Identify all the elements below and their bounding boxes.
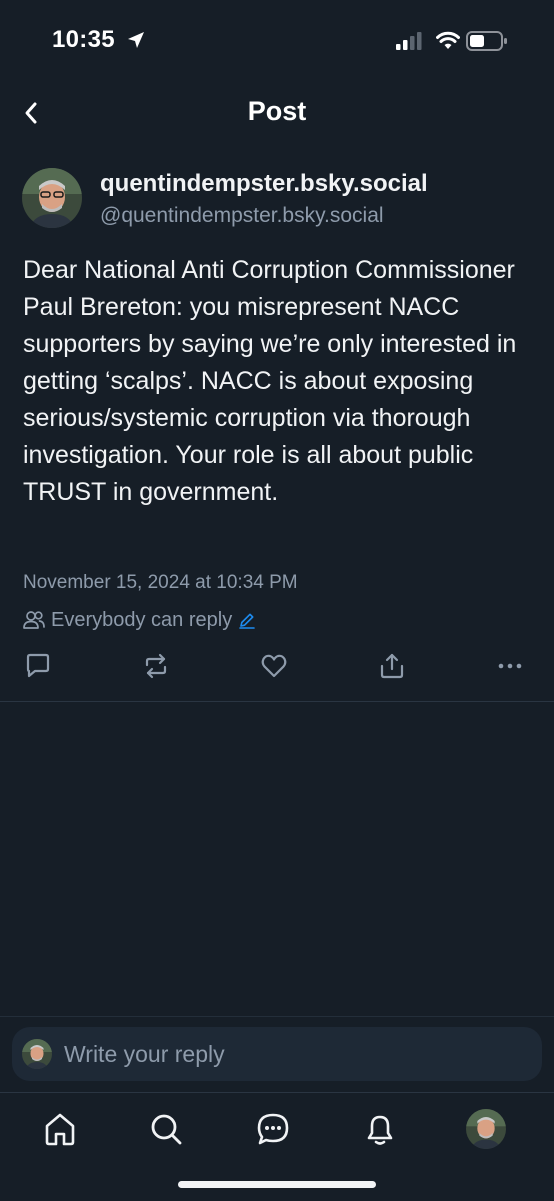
share-button[interactable] <box>374 648 410 684</box>
author-avatar[interactable] <box>22 168 82 228</box>
chat-bubble-icon <box>257 1113 289 1145</box>
search-icon <box>151 1114 182 1145</box>
divider <box>0 701 554 702</box>
reply-button[interactable] <box>20 648 56 684</box>
status-bar: 10:35 <box>0 0 554 80</box>
wifi-icon <box>436 31 460 49</box>
nav-notifications[interactable] <box>360 1109 400 1149</box>
cellular-signal-icon <box>396 32 422 50</box>
pencil-icon <box>238 611 256 629</box>
battery-icon <box>466 31 507 51</box>
repost-button[interactable] <box>138 648 174 684</box>
status-time: 10:35 <box>52 26 115 53</box>
reply-setting[interactable]: Everybody can reply <box>23 608 256 632</box>
author-handle[interactable]: @quentindempster.bsky.social <box>100 204 384 228</box>
author-display-name[interactable]: quentindempster.bsky.social <box>100 170 428 198</box>
speech-bubble-icon <box>26 653 50 678</box>
bell-icon <box>367 1115 393 1145</box>
more-options-button[interactable] <box>492 648 528 684</box>
top-bar: Post <box>0 88 554 140</box>
home-indicator <box>178 1181 376 1188</box>
reply-composer-bar: Write your reply <box>0 1016 554 1092</box>
share-upload-icon <box>380 653 404 679</box>
ellipsis-icon <box>498 663 522 669</box>
post-actions <box>0 648 554 688</box>
like-button[interactable] <box>256 648 292 684</box>
heart-icon <box>261 654 287 678</box>
nav-home[interactable] <box>40 1109 80 1149</box>
reply-placeholder: Write your reply <box>64 1040 225 1067</box>
reply-composer[interactable]: Write your reply <box>12 1027 542 1081</box>
home-icon <box>45 1113 75 1146</box>
current-user-avatar <box>22 1039 52 1069</box>
reply-setting-label: Everybody can reply <box>51 608 233 631</box>
nav-search[interactable] <box>146 1109 186 1149</box>
repost-arrows-icon <box>145 653 167 679</box>
page-title: Post <box>247 96 307 126</box>
profile-avatar <box>466 1109 506 1149</box>
post-text: Dear National Anti Corruption Commission… <box>23 256 517 506</box>
location-arrow-icon <box>128 32 144 48</box>
nav-profile[interactable] <box>466 1109 506 1149</box>
post-timestamp: November 15, 2024 at 10:34 PM <box>23 572 298 593</box>
people-icon <box>23 610 45 630</box>
nav-chat[interactable] <box>253 1109 293 1149</box>
